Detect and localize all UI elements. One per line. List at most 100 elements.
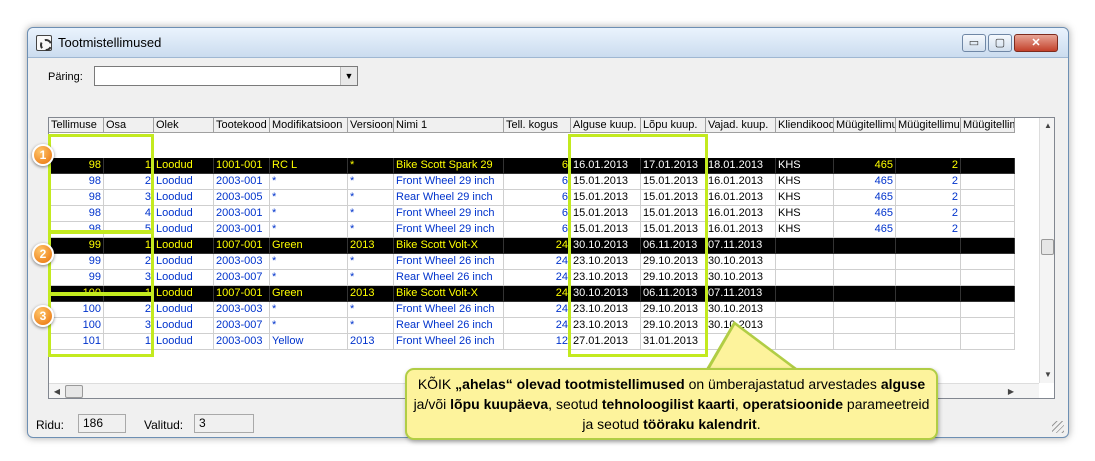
table-cell xyxy=(961,318,1015,334)
column-header[interactable]: Tootekood xyxy=(214,118,270,133)
table-cell xyxy=(961,158,1015,174)
table-cell: 24 xyxy=(504,270,571,286)
column-header[interactable]: Alguse kuup. xyxy=(571,118,641,133)
column-header[interactable]: Osa xyxy=(104,118,154,133)
table-cell: 06.11.2013 xyxy=(641,286,706,302)
table-cell: 1007-001 xyxy=(214,238,270,254)
callout-text: ja/või xyxy=(413,396,451,412)
title-bar[interactable]: Tootmistellimused ▭ ▢ ✕ xyxy=(28,28,1068,58)
horizontal-scroll-thumb[interactable] xyxy=(65,385,83,398)
rows-label: Ridu: xyxy=(36,418,65,432)
column-header[interactable]: Müügitellimus xyxy=(896,118,961,133)
table-cell: * xyxy=(270,206,348,222)
table-cell: 3 xyxy=(104,318,154,334)
table-row[interactable]: 100 1 Loodud 1007-001 Green 2013 Bike Scott Vo… xyxy=(49,286,1035,302)
table-row[interactable]: 98 5 Loodud 2003-001 * * Front Wheel 29 inch 6 1… xyxy=(49,222,1035,238)
table-cell: Loodud xyxy=(154,318,214,334)
table-row[interactable]: 99 2 Loodud 2003-003 * * Front Wheel 26 inch 24… xyxy=(49,254,1035,270)
minimize-button[interactable]: ▭ xyxy=(962,34,986,52)
table-cell: 5 xyxy=(104,222,154,238)
table-row[interactable]: 99 1 Loodud 1007-001 Green 2013 Bike Scott Vol… xyxy=(49,238,1035,254)
table-cell: KHS xyxy=(776,158,834,174)
scroll-down-icon[interactable]: ▼ xyxy=(1040,367,1054,383)
table-cell: Loodud xyxy=(154,222,214,238)
scroll-up-icon[interactable]: ▲ xyxy=(1040,118,1054,134)
table-cell: Loodud xyxy=(154,238,214,254)
table-cell: 98 xyxy=(49,206,104,222)
chevron-down-icon[interactable]: ▼ xyxy=(340,67,357,85)
table-cell: Front Wheel 29 inch xyxy=(394,174,504,190)
column-header[interactable]: Tellimuse xyxy=(49,118,104,133)
table-row[interactable]: 98 1 Loodud 1001-001 RC L * Bike Scott Spark 2… xyxy=(49,158,1035,174)
table-cell: Loodud xyxy=(154,158,214,174)
table-cell: KHS xyxy=(776,190,834,206)
table-row[interactable]: 99 3 Loodud 2003-007 * * Rear Wheel 26 inch 24 2… xyxy=(49,270,1035,286)
table-cell: 15.01.2013 xyxy=(641,190,706,206)
orders-grid[interactable]: Tellimuse Osa Olek Tootekood Modifikatsioon V… xyxy=(48,117,1055,399)
table-cell: 2 xyxy=(896,206,961,222)
table-cell: Rear Wheel 26 inch xyxy=(394,270,504,286)
table-cell: Front Wheel 29 inch xyxy=(394,206,504,222)
table-cell xyxy=(896,270,961,286)
table-cell: 16.01.2013 xyxy=(571,158,641,174)
vertical-scrollbar[interactable]: ▲ ▼ xyxy=(1039,118,1054,383)
table-cell: 2003-005 xyxy=(214,190,270,206)
column-header[interactable]: Tell. kogus xyxy=(504,118,571,133)
table-cell: Green xyxy=(270,238,348,254)
table-cell: Bike Scott Volt-X xyxy=(394,238,504,254)
table-row[interactable]: 100 3 Loodud 2003-007 * * Rear Wheel 26 inch 24… xyxy=(49,318,1035,334)
table-cell: 2 xyxy=(104,302,154,318)
column-header[interactable]: Kliendikood xyxy=(776,118,834,133)
table-row[interactable]: 101 1 Loodud 2003-003 Yellow 2013 Front Wheel … xyxy=(49,334,1035,350)
table-cell: 100 xyxy=(49,286,104,302)
table-cell: 16.01.2013 xyxy=(706,206,776,222)
marker-1: 1 xyxy=(32,144,54,166)
table-cell: 2013 xyxy=(348,286,394,302)
info-callout: KÕIK „ahelas“ olevad tootmistellimused o… xyxy=(405,368,938,440)
table-cell: Loodud xyxy=(154,174,214,190)
table-cell xyxy=(961,238,1015,254)
table-cell: 98 xyxy=(49,190,104,206)
table-cell: 2003-007 xyxy=(214,318,270,334)
column-header[interactable]: Versioon xyxy=(348,118,394,133)
callout-bold: „ahelas“ olevad tootmistellimused xyxy=(455,376,685,392)
callout-text: , xyxy=(734,396,743,412)
table-row[interactable]: 100 2 Loodud 2003-003 * * Front Wheel 26 inch 2… xyxy=(49,302,1035,318)
column-header[interactable]: Nimi 1 xyxy=(394,118,504,133)
scroll-right-icon[interactable]: ▶ xyxy=(1003,384,1019,398)
rows-count: 186 xyxy=(78,414,126,433)
column-header[interactable]: Müügitellimus xyxy=(834,118,896,133)
table-cell: 2 xyxy=(896,190,961,206)
table-cell: 465 xyxy=(834,158,896,174)
table-cell: RC L xyxy=(270,158,348,174)
table-row[interactable]: 98 2 Loodud 2003-001 * * Front Wheel 29 inch 6 1… xyxy=(49,174,1035,190)
table-cell: * xyxy=(270,270,348,286)
query-dropdown[interactable]: ▼ xyxy=(94,66,358,86)
resize-grip-icon[interactable] xyxy=(1052,421,1064,433)
table-cell: * xyxy=(348,222,394,238)
table-cell: * xyxy=(348,206,394,222)
table-cell xyxy=(776,238,834,254)
column-header[interactable]: Vajad. kuup. xyxy=(706,118,776,133)
table-cell: 99 xyxy=(49,254,104,270)
column-header[interactable]: Müügitellim xyxy=(961,118,1015,133)
table-cell: 15.01.2013 xyxy=(571,222,641,238)
close-button[interactable]: ✕ xyxy=(1014,34,1058,52)
table-cell: Loodud xyxy=(154,206,214,222)
table-row[interactable]: 98 3 Loodud 2003-005 * * Rear Wheel 29 inch 6 15… xyxy=(49,190,1035,206)
scroll-left-icon[interactable]: ◀ xyxy=(49,384,65,398)
vertical-scroll-thumb[interactable] xyxy=(1041,239,1054,255)
table-cell: 31.01.2013 xyxy=(641,334,706,350)
table-row[interactable]: 98 4 Loodud 2003-001 * * Front Wheel 29 inch 6 1… xyxy=(49,206,1035,222)
column-header[interactable]: Modifikatsioon xyxy=(270,118,348,133)
column-header[interactable]: Olek xyxy=(154,118,214,133)
table-cell xyxy=(834,302,896,318)
table-cell xyxy=(961,174,1015,190)
column-header[interactable]: Lõpu kuup. xyxy=(641,118,706,133)
maximize-button[interactable]: ▢ xyxy=(988,34,1012,52)
table-cell: 1 xyxy=(104,286,154,302)
table-cell: 3 xyxy=(104,190,154,206)
table-cell: 29.10.2013 xyxy=(641,302,706,318)
callout-bold: operatsioonide xyxy=(742,396,844,412)
table-cell: * xyxy=(348,270,394,286)
